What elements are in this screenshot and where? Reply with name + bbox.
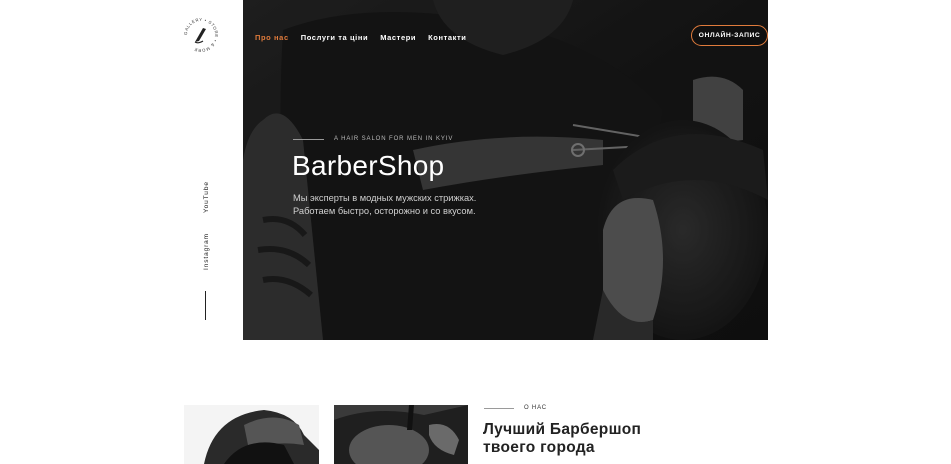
instagram-link[interactable]: Instagram bbox=[203, 233, 210, 270]
hero-description: Мы эксперты в модных мужских стрижках. Р… bbox=[293, 192, 503, 218]
nav-item-about[interactable]: Про нас bbox=[255, 33, 289, 42]
main-nav: Про нас Послуги та ціни Мастери Контакти bbox=[255, 33, 466, 42]
about-label: О НАС bbox=[524, 405, 547, 411]
nav-item-masters[interactable]: Мастери bbox=[380, 33, 416, 42]
logo[interactable]: GALLERY • STORE • & MORE bbox=[181, 17, 221, 53]
tagline-divider bbox=[293, 138, 324, 140]
online-booking-button[interactable]: ОНЛАЙН-ЗАПИС bbox=[691, 25, 768, 46]
about-title-line: Лучший Барбершоп bbox=[483, 421, 642, 438]
about-label-row: О НАС bbox=[484, 405, 547, 411]
about-divider bbox=[484, 407, 514, 409]
nav-item-contacts[interactable]: Контакти bbox=[428, 33, 466, 42]
about-photo-beard bbox=[184, 405, 319, 464]
hero-tagline: A HAIR SALON FOR MEN IN KYIV bbox=[334, 136, 454, 142]
hero-title: BarberShop bbox=[292, 150, 445, 181]
about-photo-haircut bbox=[334, 405, 468, 464]
hero-description-line: Мы эксперты в модных мужских стрижках. bbox=[293, 193, 477, 203]
hero-description-line: Работаем быстро, осторожно и со вкусом. bbox=[293, 206, 476, 216]
youtube-link[interactable]: YouTube bbox=[203, 181, 210, 213]
about-title: Лучший Барбершоп твоего города bbox=[483, 421, 641, 457]
about-title-line: твоего города bbox=[483, 439, 595, 456]
social-divider bbox=[205, 291, 206, 320]
hero-tagline-row: A HAIR SALON FOR MEN IN KYIV bbox=[293, 136, 453, 142]
razor-icon: GALLERY • STORE • & MORE bbox=[183, 17, 219, 53]
nav-item-services[interactable]: Послуги та ціни bbox=[301, 33, 368, 42]
